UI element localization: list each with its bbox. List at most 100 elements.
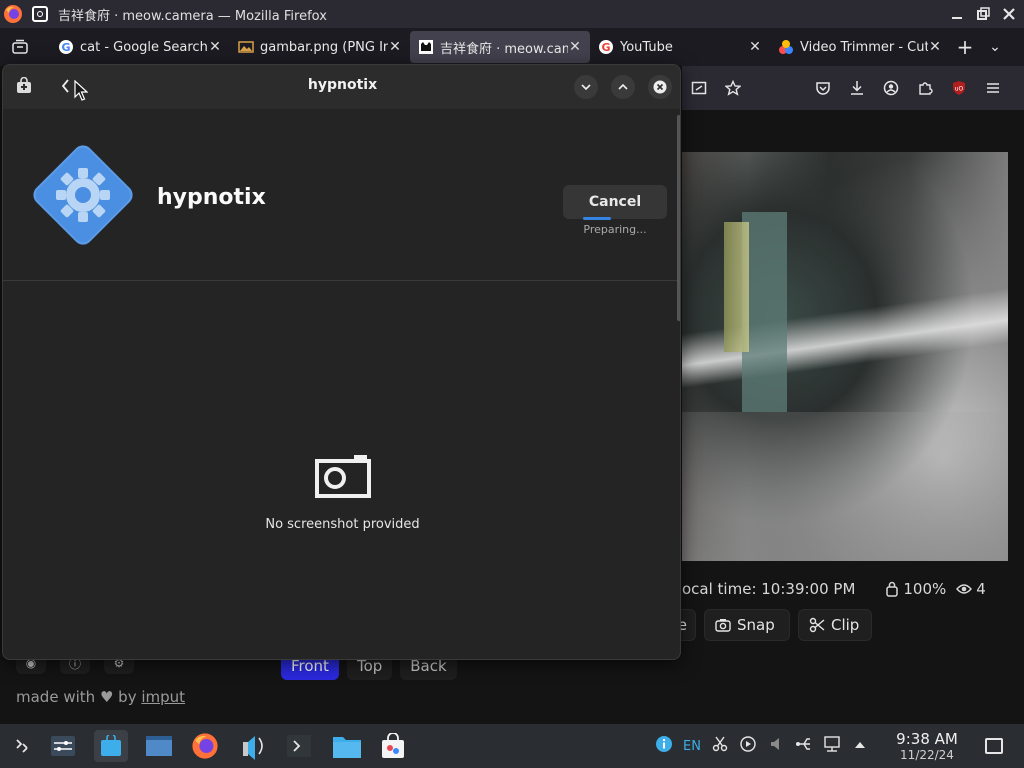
speaker-wave-icon bbox=[243, 736, 263, 760]
chevron-down-icon: ⌄ bbox=[989, 39, 1001, 55]
no-screenshot-text: No screenshot provided bbox=[265, 517, 420, 532]
image-icon bbox=[238, 41, 254, 53]
app-launcher-button[interactable] bbox=[4, 730, 38, 762]
camera-stream-video[interactable] bbox=[682, 152, 1008, 561]
star-icon bbox=[725, 80, 741, 96]
usb-network-icon bbox=[796, 738, 810, 750]
show-desktop-button[interactable] bbox=[985, 738, 1003, 754]
install-status-text: Preparing... bbox=[583, 223, 647, 236]
camera-meta-bar: ocal time: 10:39:00 PM 100% 4 bbox=[682, 578, 1024, 600]
folder-icon bbox=[333, 737, 361, 758]
minimize-icon bbox=[952, 17, 962, 19]
app-menu-button[interactable] bbox=[976, 73, 1010, 103]
tab-close-icon[interactable]: ✕ bbox=[928, 39, 942, 55]
snap-button[interactable]: Snap bbox=[704, 609, 790, 641]
local-time-text: ocal time: 10:39:00 PM bbox=[682, 580, 856, 598]
taskbar-system-settings[interactable] bbox=[46, 730, 80, 762]
tray-expand-button[interactable] bbox=[846, 738, 874, 754]
close-dialog-button[interactable] bbox=[648, 75, 672, 99]
close-circle-icon bbox=[653, 80, 667, 94]
taskbar-clock[interactable]: 9:38 AM 11/22/24 bbox=[892, 730, 962, 762]
scissors-icon bbox=[712, 736, 728, 752]
volume-tray-icon[interactable] bbox=[762, 737, 790, 755]
close-icon bbox=[1003, 8, 1015, 20]
zoom-value: 100% bbox=[903, 580, 947, 598]
collapse-button[interactable] bbox=[574, 75, 598, 99]
restore-icon bbox=[977, 7, 990, 20]
screenshot-tool-tray-icon[interactable] bbox=[706, 736, 734, 756]
tab-video-trimmer[interactable]: Video Trimmer - Cut ✕ bbox=[770, 31, 950, 63]
dialog-header: hypnotix bbox=[3, 65, 680, 109]
network-share-tray-icon[interactable] bbox=[790, 736, 818, 756]
camera-icon bbox=[715, 619, 731, 632]
new-tab-button[interactable]: + bbox=[950, 35, 980, 59]
cancel-install-button[interactable]: Cancel bbox=[563, 185, 667, 219]
taskbar-discover[interactable] bbox=[94, 730, 128, 762]
viewer-count-value: 4 bbox=[976, 580, 986, 598]
close-window-button[interactable] bbox=[998, 3, 1020, 25]
play-circle-icon bbox=[740, 736, 756, 752]
clock-time: 9:38 AM bbox=[896, 730, 958, 748]
tab-close-icon[interactable]: ✕ bbox=[748, 39, 762, 55]
hamburger-menu-icon bbox=[987, 83, 999, 93]
tab-close-icon[interactable]: ✕ bbox=[208, 39, 222, 55]
tab-gambar-png[interactable]: gambar.png (PNG Image ✕ bbox=[230, 31, 410, 63]
taskbar: EN 9:38 AM 11/22/24 bbox=[0, 724, 1024, 768]
launcher-icon bbox=[16, 739, 28, 753]
reader-view-button[interactable] bbox=[682, 73, 716, 103]
taskbar-firefox[interactable] bbox=[188, 730, 222, 762]
tab-list-button[interactable] bbox=[0, 28, 40, 66]
extensions-button[interactable] bbox=[908, 73, 942, 103]
list-all-tabs-button[interactable]: ⌄ bbox=[980, 39, 1010, 55]
window-thumbnail-icon bbox=[146, 736, 172, 756]
zoom-indicator: 100% bbox=[885, 580, 946, 598]
firefox-icon bbox=[4, 5, 22, 23]
eye-icon bbox=[956, 584, 973, 594]
input-method-tray-icon[interactable]: EN bbox=[678, 739, 706, 754]
account-button[interactable] bbox=[874, 73, 908, 103]
tab-youtube[interactable]: G YouTube ✕ bbox=[590, 31, 770, 63]
taskbar-files-window[interactable] bbox=[142, 730, 176, 762]
taskbar-terminal[interactable] bbox=[282, 730, 316, 762]
puzzle-icon bbox=[919, 82, 933, 95]
window-menu-icon[interactable] bbox=[32, 6, 48, 22]
account-icon bbox=[883, 80, 899, 96]
tab-close-icon[interactable]: ✕ bbox=[388, 39, 402, 55]
pocket-button[interactable] bbox=[806, 73, 840, 103]
taskbar-file-manager[interactable] bbox=[330, 730, 364, 762]
viewer-count: 4 bbox=[956, 580, 986, 598]
taskbar-store[interactable] bbox=[376, 730, 410, 762]
clip-button[interactable]: Clip bbox=[798, 609, 872, 641]
app-name: hypnotix bbox=[157, 185, 266, 210]
svg-text:G: G bbox=[601, 41, 610, 54]
imput-link[interactable]: imput bbox=[141, 688, 185, 706]
info-tray-icon[interactable] bbox=[650, 735, 678, 757]
terminal-icon bbox=[287, 735, 311, 757]
minimize-button[interactable] bbox=[946, 3, 968, 25]
window-title: 吉祥食府 · meow.camera — Mozilla Firefox bbox=[58, 8, 327, 24]
network-wired-tray-icon[interactable] bbox=[818, 736, 846, 756]
clip-label: Clip bbox=[831, 616, 860, 634]
install-progress-bar bbox=[583, 217, 611, 220]
google-icon: G bbox=[59, 40, 73, 54]
tab-close-icon[interactable]: ✕ bbox=[568, 39, 582, 55]
maximize-button[interactable] bbox=[972, 3, 994, 25]
ublock-origin-button[interactable]: uO bbox=[942, 73, 976, 103]
tab-label: YouTube bbox=[620, 39, 673, 55]
tab-label: gambar.png (PNG Image bbox=[260, 39, 388, 55]
bookmark-star-button[interactable] bbox=[716, 73, 750, 103]
dialog-scrollbar[interactable] bbox=[677, 115, 680, 321]
taskbar-audio-app[interactable] bbox=[236, 730, 270, 762]
expand-button[interactable] bbox=[611, 75, 635, 99]
made-with-credit: made with ♥ by imput bbox=[16, 688, 185, 706]
tab-google-search[interactable]: G cat - Google Search ✕ bbox=[50, 31, 230, 63]
browser-toolbar: uO bbox=[682, 66, 1024, 110]
screenshot-icon bbox=[691, 81, 707, 95]
meow-camera-icon bbox=[419, 40, 433, 54]
tab-meow-camera[interactable]: 吉祥食府 · meow.camera ✕ bbox=[410, 31, 590, 63]
media-player-tray-icon[interactable] bbox=[734, 736, 762, 756]
downloads-button[interactable] bbox=[840, 73, 874, 103]
snap-label: Snap bbox=[737, 616, 775, 634]
video-trimmer-icon bbox=[779, 40, 793, 54]
chevron-up-icon bbox=[855, 742, 865, 748]
